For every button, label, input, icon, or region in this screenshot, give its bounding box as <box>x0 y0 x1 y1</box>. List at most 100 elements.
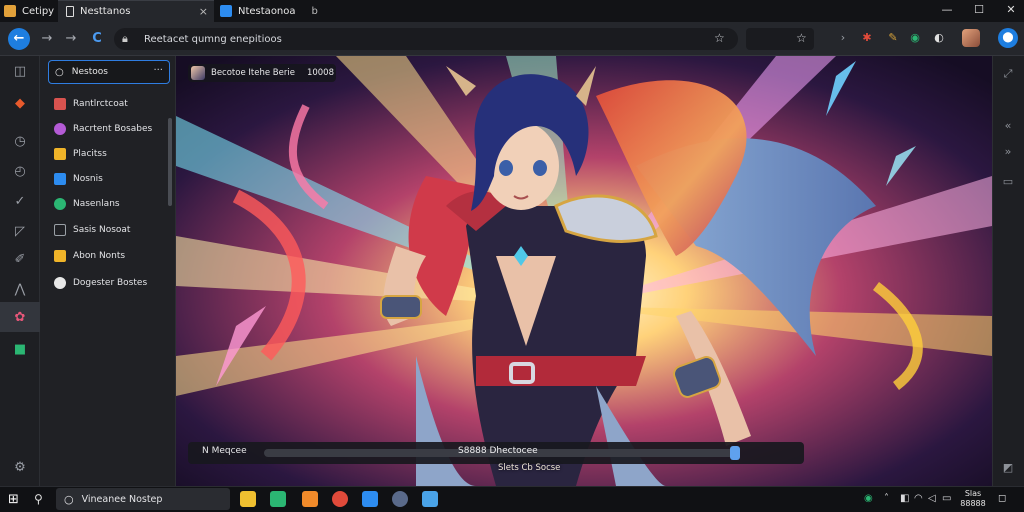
store-icon[interactable] <box>270 491 286 507</box>
info-value: 10008 <box>306 68 334 78</box>
panel-item-label: Nasenlans <box>73 199 120 209</box>
search-icon: ○ <box>55 66 64 78</box>
extension-puzzle-icon[interactable]: ✎ <box>886 31 900 45</box>
folder-icon <box>54 148 66 160</box>
panel-item[interactable]: Racrtent Bosabes <box>54 120 152 138</box>
crop-icon[interactable]: ◸ <box>10 222 30 242</box>
browser-icon[interactable] <box>332 491 348 507</box>
tab-3[interactable]: Ntestaonoa b <box>216 0 330 22</box>
info-thumbnail <box>191 66 205 80</box>
feedback-icon[interactable]: ◩ <box>1000 460 1016 476</box>
window-icon[interactable]: ▭ <box>1000 174 1016 190</box>
file-explorer-icon[interactable] <box>240 491 256 507</box>
wifi-icon[interactable]: ◠ <box>914 493 923 504</box>
panel-item-label: Nosnis <box>73 174 103 184</box>
item-icon <box>54 123 66 135</box>
mail-icon[interactable] <box>362 491 378 507</box>
panel-item-label: Abon Nonts <box>73 251 126 261</box>
maximize-button[interactable]: ☐ <box>962 0 996 22</box>
collapse-icon[interactable]: « <box>1000 118 1016 134</box>
more-options-icon[interactable]: ··· <box>153 65 163 76</box>
item-icon <box>54 277 66 289</box>
minimize-button[interactable]: — <box>930 0 964 22</box>
item-icon <box>54 250 66 262</box>
network-icon[interactable]: ◧ <box>900 493 909 504</box>
tab-label: Nesttanos <box>80 6 131 17</box>
forward-icon[interactable]: » <box>1000 144 1016 160</box>
panel-item[interactable]: Placitss <box>54 145 107 163</box>
compass-icon[interactable]: ◴ <box>10 162 30 182</box>
panel-item-label: Placitss <box>73 149 107 159</box>
address-bar[interactable]: 🔒︎ Reetacet qumng enepitioos <box>114 28 738 50</box>
left-rail <box>0 56 40 486</box>
panel-item[interactable]: Nosnis <box>54 170 103 188</box>
clock-time: Slas <box>964 489 982 498</box>
reload-button[interactable]: C <box>86 28 108 50</box>
settings-gear-icon[interactable]: ⚙ <box>10 458 30 478</box>
tab-suffix: b <box>311 5 318 17</box>
apps-icon[interactable]: ✿ <box>10 308 30 328</box>
tab-favicon <box>4 5 16 17</box>
panel-item-label: Rantlrctcoat <box>73 99 128 109</box>
notes-app-icon[interactable] <box>422 491 438 507</box>
forward-alt-button[interactable]: → <box>60 28 82 50</box>
info-chip[interactable]: Becotoe Itehe Berie 10008 <box>188 64 336 82</box>
tray-app-icon[interactable]: ◉ <box>864 493 873 504</box>
app-icon[interactable] <box>302 491 318 507</box>
close-window-button[interactable]: ✕ <box>994 0 1024 22</box>
panel-item[interactable]: Abon Nonts <box>54 247 125 265</box>
tab-label: Ntestaonoa <box>238 5 296 17</box>
item-icon <box>54 198 66 210</box>
chevron-right-icon[interactable]: › <box>836 31 850 45</box>
check-icon[interactable]: ✓ <box>10 192 30 212</box>
forward-button[interactable]: → <box>36 28 58 50</box>
profile-avatar[interactable] <box>962 29 980 47</box>
clock-icon[interactable]: ◷ <box>10 132 30 152</box>
media-app-icon[interactable] <box>392 491 408 507</box>
start-icon[interactable]: ⊞ <box>8 492 19 507</box>
volume-icon[interactable]: ◁ <box>928 493 936 504</box>
panel-search-input[interactable]: ○ Nestoos ··· <box>48 60 170 84</box>
taskbar-search-text: Vineanee Nostep <box>81 493 163 505</box>
account-icon[interactable]: ⬤ <box>998 28 1018 48</box>
pin-icon[interactable]: ✐ <box>10 250 30 270</box>
panel-scrollbar[interactable] <box>168 118 172 206</box>
item-icon <box>54 173 66 185</box>
info-title: Becotoe Itehe Berie <box>211 68 295 78</box>
favorites-star-icon[interactable]: ☆ <box>796 31 807 45</box>
panel-item-label: Dogester Bostes <box>73 278 148 288</box>
panel-item[interactable]: Nasenlans <box>54 195 120 213</box>
bookmark-star-icon[interactable]: ☆ <box>714 31 725 45</box>
tab-close-icon[interactable]: × <box>199 5 208 18</box>
extension-red-icon[interactable]: ✱ <box>860 31 874 45</box>
back-button[interactable]: ← <box>8 28 30 50</box>
brand-icon[interactable]: ◆ <box>10 94 30 114</box>
extension-circle-icon[interactable]: ◐ <box>932 31 946 45</box>
battery-icon[interactable]: ▭ <box>942 493 951 504</box>
panel-item-label: Sasis Nosoat <box>73 225 131 235</box>
panel-item[interactable]: Dogester Bostes <box>54 274 147 292</box>
search-icon[interactable]: ⚲ <box>34 492 43 506</box>
clock[interactable]: Slas 88888 <box>958 489 988 509</box>
chevron-up-icon[interactable]: ˄ <box>884 493 889 504</box>
clock-date: 88888 <box>960 499 986 508</box>
panel-item[interactable]: Sasis Nosoat <box>54 221 130 239</box>
tab-favicon <box>220 5 232 17</box>
media-subtitle: Slets Cb Socse <box>498 463 561 473</box>
tab-2-active[interactable]: Nesttanos × <box>58 0 214 22</box>
item-icon <box>54 98 66 110</box>
panel-item[interactable]: Rantlrctcoat <box>54 95 128 113</box>
tabs-icon[interactable]: ◫ <box>10 62 30 82</box>
tab-1[interactable]: Cetipy <box>0 0 56 22</box>
expand-icon[interactable]: ⤢ <box>1000 66 1016 82</box>
anime-illustration <box>176 56 992 486</box>
green-app-icon[interactable]: ■ <box>10 340 30 360</box>
notification-icon[interactable]: ◻ <box>998 493 1006 504</box>
chart-icon[interactable]: ⋀ <box>10 280 30 300</box>
extension-green-icon[interactable]: ◉ <box>908 31 922 45</box>
taskbar-search-input[interactable]: ○ Vineanee Nostep <box>56 488 230 510</box>
browser-window: Cetipy Nesttanos × Ntestaonoa b — ☐ ✕ ← … <box>0 0 1024 512</box>
progress-knob[interactable] <box>730 446 741 460</box>
panel-search-value: Nestoos <box>71 67 108 77</box>
list-icon <box>54 224 66 236</box>
